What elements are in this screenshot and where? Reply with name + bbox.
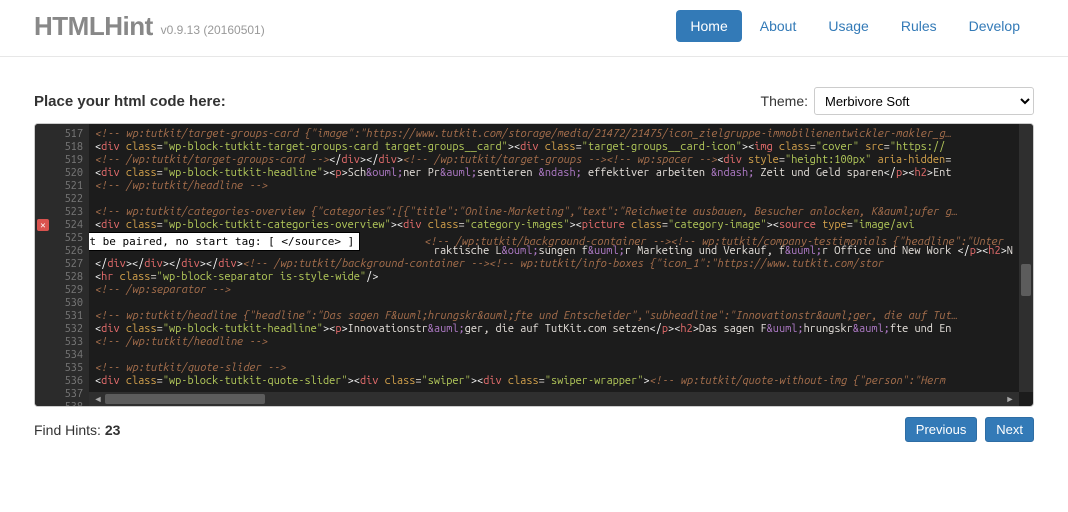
error-marker[interactable]: ✕: [37, 219, 49, 231]
nav-rules[interactable]: Rules: [887, 10, 951, 42]
nav-links: HomeAboutUsageRulesDevelop: [676, 10, 1034, 42]
next-button[interactable]: Next: [985, 417, 1034, 442]
editor-wrap: ✕ 51751851952052152252352452552652752852…: [34, 123, 1034, 407]
nav-usage[interactable]: Usage: [814, 10, 882, 42]
brand-block: HTMLHint v0.9.13 (20160501): [34, 11, 265, 42]
scroll-left-icon[interactable]: ◄: [93, 394, 103, 404]
pager-buttons: Previous Next: [901, 417, 1034, 442]
brand-version: v0.9.13 (20160501): [161, 23, 265, 37]
hint-count-value: 23: [105, 422, 121, 438]
find-hints-label: Find Hints:: [34, 422, 101, 438]
h-scroll-thumb[interactable]: [105, 394, 265, 404]
gutter: 5175185195205215225235245255265275285295…: [51, 124, 89, 406]
code-editor[interactable]: ✕ 51751851952052152252352452552652752852…: [35, 124, 1033, 406]
theme-select[interactable]: Merbivore Soft: [814, 87, 1034, 115]
editor-label: Place your html code here:: [34, 93, 226, 110]
previous-button[interactable]: Previous: [905, 417, 978, 442]
theme-label: Theme:: [761, 93, 808, 109]
v-scroll-thumb[interactable]: [1021, 264, 1031, 296]
nav-home[interactable]: Home: [676, 10, 741, 42]
nav-develop[interactable]: Develop: [955, 10, 1034, 42]
h-scroll-track[interactable]: [105, 394, 1003, 404]
theme-block: Theme: Merbivore Soft: [761, 87, 1034, 115]
brand-name: HTMLHint: [34, 11, 153, 41]
h-scrollbar[interactable]: ◄ ►: [89, 392, 1019, 406]
navbar: HTMLHint v0.9.13 (20160501) HomeAboutUsa…: [0, 0, 1068, 57]
main: Place your html code here: Theme: Merbiv…: [34, 57, 1034, 442]
scroll-right-icon[interactable]: ►: [1005, 394, 1015, 404]
nav-about[interactable]: About: [746, 10, 811, 42]
marker-column: ✕: [35, 124, 51, 406]
v-scrollbar[interactable]: [1019, 124, 1033, 392]
hint-count: Find Hints: 23: [34, 422, 120, 438]
error-tooltip: Tag must be paired, no start tag: [ </so…: [89, 232, 360, 251]
code-area[interactable]: <!-- wp:tutkit/target-groups-card {"imag…: [89, 124, 1033, 406]
